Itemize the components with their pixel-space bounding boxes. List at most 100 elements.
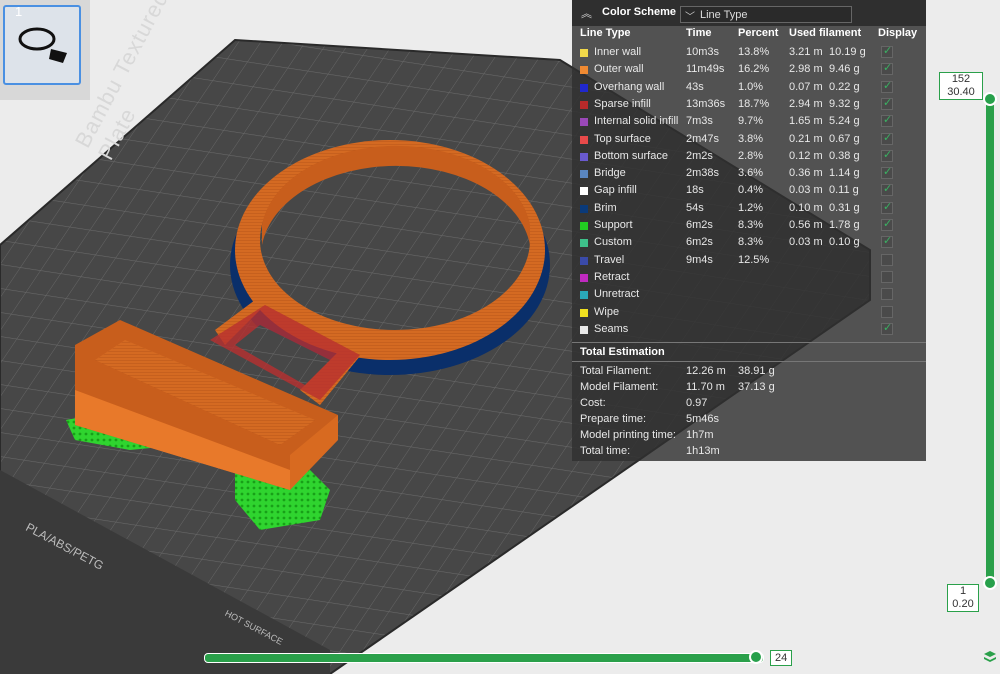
- line-type-name: Gap infill: [594, 184, 637, 197]
- line-weight: 1.78 g: [829, 219, 860, 231]
- line-weight: 0.38 g: [829, 149, 860, 162]
- color-swatch: [580, 100, 588, 109]
- line-type-row: Top surface 2m47s 3.8% 0.21 m 0.67 g: [572, 131, 926, 148]
- display-checkbox[interactable]: [881, 131, 893, 145]
- estimation-row: Model printing time: 1h7m: [572, 427, 926, 444]
- line-length: 3.21 m: [789, 46, 823, 58]
- estimation-row: Total Filament: 12.26 m 38.91 g: [572, 363, 926, 380]
- chevron-down-icon: ﹀: [685, 12, 695, 23]
- line-length: 0.07 m: [789, 80, 823, 93]
- estimation-row: Prepare time: 5m46s: [572, 411, 926, 428]
- line-type-name: Brim: [594, 201, 617, 214]
- line-type-name: Unretract: [594, 288, 640, 301]
- line-length: 2.94 m: [789, 97, 823, 110]
- object-thumbnail[interactable]: 1: [3, 4, 81, 85]
- line-type-row: Brim 54s 1.2% 0.10 m 0.31 g: [572, 200, 926, 217]
- line-type-row: Bridge 2m38s 3.6% 0.36 m 1.14 g: [572, 165, 926, 182]
- display-checkbox[interactable]: [881, 113, 893, 128]
- line-time: 2m38s: [686, 167, 720, 180]
- color-swatch: [580, 204, 588, 213]
- estimation-label: Model Filament:: [580, 381, 659, 393]
- line-weight: 9.32 g: [829, 97, 860, 110]
- header-line-type: Line Type: [580, 27, 631, 39]
- display-checkbox[interactable]: [881, 321, 893, 335]
- layer-slider-bottom-label: 1 0.20: [947, 584, 979, 612]
- header-used-filament: Used filament: [789, 27, 862, 39]
- header-time: Time: [686, 27, 712, 39]
- divider: [572, 342, 926, 343]
- line-type-row: Internal solid infill 7m3s 9.7% 1.65 m 5.24 …: [572, 113, 926, 130]
- color-scheme-select[interactable]: ﹀ Line Type: [680, 6, 852, 23]
- color-swatch: [580, 66, 588, 75]
- color-scheme-panel: ︽ Color Scheme ﹀ Line Type Line Type Tim…: [572, 0, 926, 461]
- total-estimation-title: Total Estimation: [580, 346, 665, 358]
- line-percent: 1.2%: [738, 201, 764, 214]
- estimation-value: 1h7m: [686, 429, 714, 441]
- header-display: Display: [878, 27, 918, 39]
- display-checkbox[interactable]: [881, 200, 893, 214]
- move-slider-track[interactable]: [204, 653, 764, 663]
- layer-slider-track[interactable]: [986, 98, 994, 584]
- layers-icon[interactable]: [983, 650, 997, 664]
- color-swatch: [580, 49, 588, 57]
- collapse-chevron-icon[interactable]: ︽: [581, 5, 592, 21]
- line-length: 0.21 m: [789, 132, 823, 145]
- line-type-name: Internal solid infill: [594, 115, 679, 128]
- color-swatch: [580, 308, 588, 317]
- display-checkbox[interactable]: [881, 96, 893, 110]
- line-type-row: Support 6m2s 8.3% 0.56 m 1.78 g: [572, 217, 926, 234]
- line-type-row: Seams: [572, 321, 926, 338]
- layer-slider-top-handle[interactable]: [983, 92, 997, 106]
- bottom-layer-number: 1: [959, 585, 967, 597]
- line-weight: 1.14 g: [829, 167, 860, 180]
- line-percent: 9.7%: [738, 115, 764, 128]
- top-layer-number: 152: [951, 73, 971, 85]
- line-type-row: Unretract: [572, 286, 926, 303]
- line-percent: 12.5%: [738, 253, 770, 266]
- estimation-value: 11.70 m: [686, 381, 725, 393]
- move-slider-handle[interactable]: [749, 650, 763, 664]
- color-scheme-value: Line Type: [700, 9, 748, 21]
- line-type-row: Gap infill 18s 0.4% 0.03 m 0.11 g: [572, 182, 926, 199]
- display-checkbox[interactable]: [881, 288, 893, 301]
- display-checkbox[interactable]: [881, 305, 893, 318]
- display-checkbox[interactable]: [881, 182, 893, 197]
- display-checkbox[interactable]: [881, 79, 893, 93]
- display-checkbox[interactable]: [881, 148, 893, 162]
- color-swatch: [580, 256, 588, 265]
- color-swatch: [580, 222, 588, 230]
- display-checkbox[interactable]: [881, 234, 893, 249]
- display-checkbox[interactable]: [881, 253, 893, 266]
- line-type-name: Bridge: [594, 167, 626, 180]
- line-time: 7m3s: [686, 115, 713, 128]
- line-type-name: Overhang wall: [594, 80, 665, 93]
- layer-slider-top-label: 152 30.40: [939, 72, 983, 100]
- display-checkbox[interactable]: [881, 165, 893, 180]
- line-type-name: Top surface: [594, 132, 651, 145]
- line-percent: 3.6%: [738, 167, 764, 180]
- bottom-layer-height: 0.20: [952, 598, 974, 610]
- estimation-value-secondary: 38.91 g: [738, 365, 775, 377]
- line-length: 0.56 m: [789, 219, 823, 231]
- layer-slider-bottom-handle[interactable]: [983, 576, 997, 590]
- estimation-label: Prepare time:: [580, 413, 647, 425]
- line-time: 43s: [686, 80, 704, 93]
- color-swatch: [580, 291, 588, 300]
- display-checkbox[interactable]: [881, 217, 893, 231]
- line-type-row: Wipe: [572, 304, 926, 321]
- color-swatch: [580, 135, 588, 144]
- line-time: 2m2s: [686, 149, 713, 162]
- line-type-name: Travel: [594, 253, 625, 266]
- line-length: 0.36 m: [789, 167, 823, 180]
- display-checkbox[interactable]: [881, 270, 893, 283]
- line-type-name: Retract: [594, 270, 630, 283]
- line-time: 6m2s: [686, 219, 713, 231]
- estimation-value: 0.97: [686, 397, 708, 409]
- display-checkbox[interactable]: [881, 61, 893, 76]
- line-time: 11m49s: [686, 63, 725, 76]
- color-swatch: [580, 83, 588, 92]
- line-type-row: Retract: [572, 269, 926, 286]
- estimation-row: Total time: 1h13m: [572, 443, 926, 460]
- line-weight: 0.31 g: [829, 201, 860, 214]
- display-checkbox[interactable]: [881, 44, 893, 58]
